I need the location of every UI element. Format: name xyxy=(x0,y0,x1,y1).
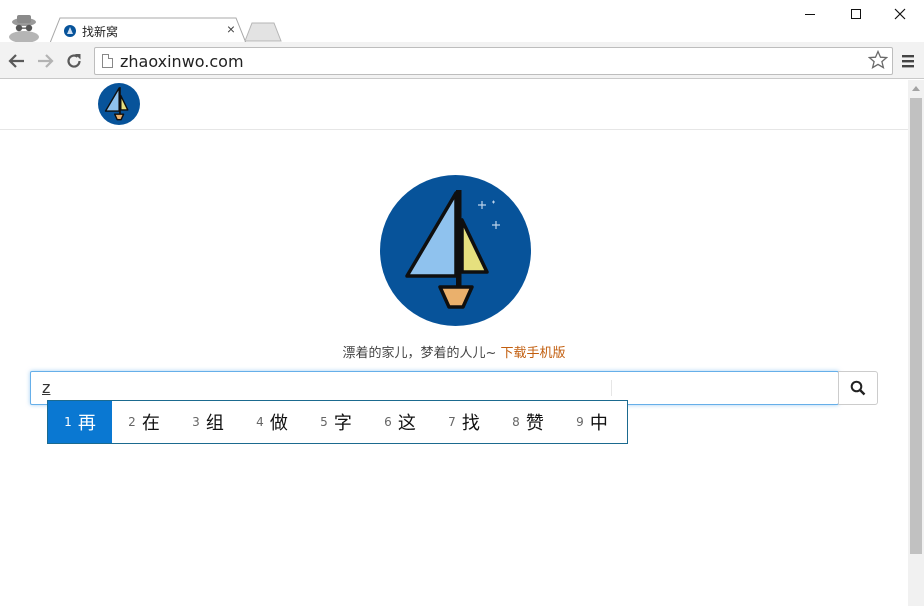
ime-candidate[interactable]: 1再 xyxy=(48,401,112,443)
ime-candidate[interactable]: 9中 xyxy=(560,401,624,443)
window-minimize-button[interactable] xyxy=(788,0,832,28)
ime-candidate[interactable]: 6这 xyxy=(368,401,432,443)
ime-candidate-number: 2 xyxy=(128,415,136,429)
ime-candidate[interactable]: 7找 xyxy=(432,401,496,443)
search-typed-text: z xyxy=(42,378,51,397)
caret-up-icon xyxy=(912,86,920,91)
ime-candidate-number: 3 xyxy=(192,415,200,429)
ime-candidate[interactable]: 2在 xyxy=(112,401,176,443)
ime-candidate-number: 8 xyxy=(512,415,520,429)
ime-candidate[interactable]: 4做 xyxy=(240,401,304,443)
site-logo-main xyxy=(380,175,531,326)
ime-candidate-char: 找 xyxy=(461,413,480,434)
page-icon xyxy=(102,54,113,68)
ime-candidate-char: 这 xyxy=(397,413,416,434)
search-button[interactable] xyxy=(838,371,878,405)
site-header xyxy=(0,80,908,130)
download-mobile-link[interactable]: 下载手机版 xyxy=(501,346,566,361)
ime-candidate-char: 中 xyxy=(589,413,608,434)
ime-candidate-number: 1 xyxy=(64,415,72,429)
browser-tab-active[interactable]: 找新窝 × xyxy=(50,17,246,43)
ime-candidate-char: 在 xyxy=(141,413,160,434)
search-icon xyxy=(850,380,866,396)
minimize-icon xyxy=(805,14,815,15)
scroll-up-button[interactable] xyxy=(908,80,924,96)
ime-candidate-number: 5 xyxy=(320,415,328,429)
window-maximize-button[interactable] xyxy=(834,0,878,28)
maximize-icon xyxy=(851,9,861,19)
page-scrollbar[interactable] xyxy=(908,80,924,606)
scrollbar-thumb[interactable] xyxy=(910,98,922,554)
ime-candidate-number: 7 xyxy=(448,415,456,429)
ime-candidate-number: 6 xyxy=(384,415,392,429)
tab-favicon-icon xyxy=(64,25,76,37)
browser-toolbar: zhaoxinwo.com xyxy=(0,42,924,79)
incognito-icon xyxy=(4,12,44,43)
ime-candidate[interactable]: 8赞 xyxy=(496,401,560,443)
ime-candidate-number: 4 xyxy=(256,415,264,429)
ime-candidate-number: 9 xyxy=(576,415,584,429)
ime-candidate[interactable]: 3组 xyxy=(176,401,240,443)
hamburger-menu-icon xyxy=(902,55,914,68)
arrow-left-icon xyxy=(8,54,24,68)
browser-titlebar: 找新窝 × xyxy=(0,0,924,43)
browser-menu-button[interactable] xyxy=(898,51,918,71)
ime-candidate-char: 做 xyxy=(269,413,288,434)
site-tagline: 漂着的家儿，梦着的人儿~ 下载手机版 xyxy=(0,342,908,361)
url-text[interactable]: zhaoxinwo.com xyxy=(120,52,244,71)
ime-candidate[interactable]: 5字 xyxy=(304,401,368,443)
forward-button[interactable] xyxy=(34,50,56,72)
input-divider xyxy=(611,380,612,396)
ime-candidate-char: 赞 xyxy=(525,413,544,434)
tagline-text: 漂着的家儿，梦着的人儿~ xyxy=(342,346,497,361)
bookmark-star-icon[interactable] xyxy=(867,49,889,70)
web-page: 漂着的家儿，梦着的人儿~ 下载手机版 z 1再2在3组4做5字6这7找8赞9中 xyxy=(0,80,908,606)
reload-icon xyxy=(67,54,81,68)
ime-candidate-char: 再 xyxy=(77,413,96,434)
reload-button[interactable] xyxy=(63,50,85,72)
back-button[interactable] xyxy=(6,50,28,72)
ime-candidate-bar: 1再2在3组4做5字6这7找8赞9中 xyxy=(47,400,628,444)
site-logo-small[interactable] xyxy=(98,83,140,125)
arrow-right-icon xyxy=(38,54,54,68)
tab-close-icon[interactable]: × xyxy=(224,21,238,37)
ime-candidate-char: 字 xyxy=(333,413,352,434)
address-bar[interactable]: zhaoxinwo.com xyxy=(94,47,893,75)
tab-title: 找新窝 xyxy=(82,25,119,39)
ime-candidate-char: 组 xyxy=(205,413,224,434)
window-close-button[interactable] xyxy=(878,0,922,28)
close-icon xyxy=(894,8,906,20)
